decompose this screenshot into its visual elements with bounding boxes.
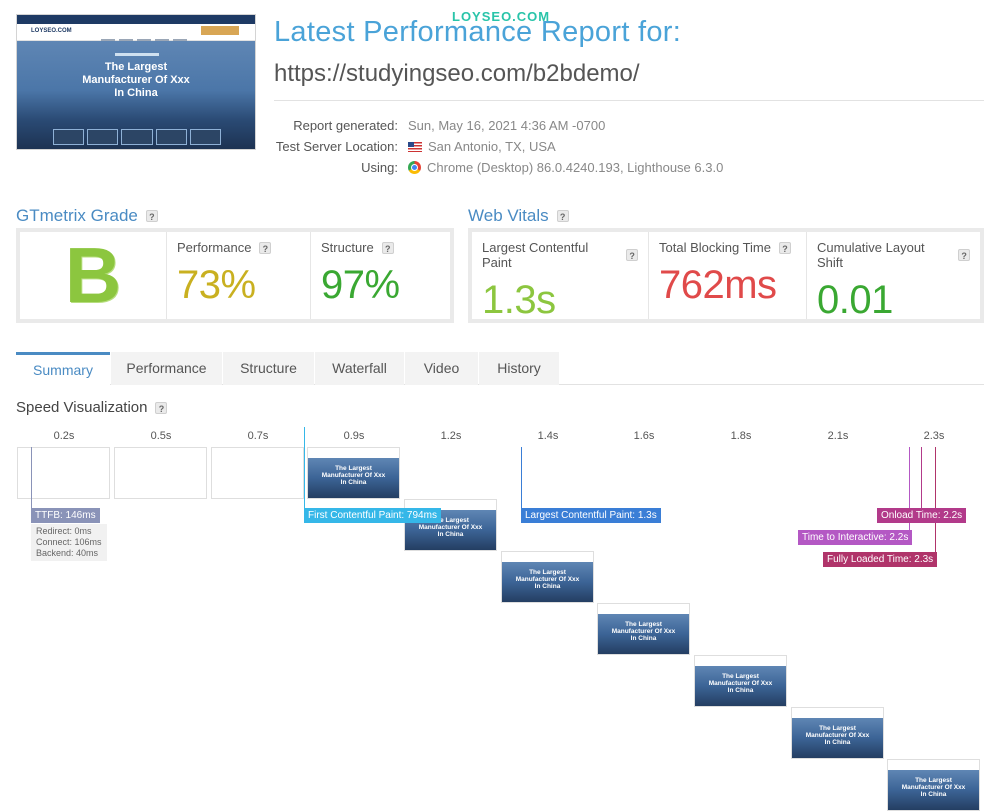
us-flag-icon	[408, 141, 422, 152]
generated-value: Sun, May 16, 2021 4:36 AM -0700	[408, 118, 606, 133]
lcp-line	[521, 447, 522, 510]
web-vitals-panel: Largest Contentful Paint? 1.3s Total Blo…	[468, 228, 984, 323]
structure-value: 97%	[321, 263, 400, 307]
ttfb-marker: TTFB: 146ms	[31, 508, 100, 523]
cls-label: Cumulative Layout Shift	[817, 240, 925, 270]
thumbnail-topbar	[17, 15, 255, 24]
gtmetrix-grade-panel: B Performance? 73% Structure? 97%	[16, 228, 454, 323]
time-label: 2.1s	[827, 430, 849, 442]
tab-summary[interactable]: Summary	[16, 352, 110, 385]
ttfb-line	[31, 447, 32, 509]
filmstrip-frame[interactable]: The Largest Manufacturer Of Xxx In China	[404, 499, 497, 551]
filmstrip-frame[interactable]	[114, 447, 207, 499]
tab-performance[interactable]: Performance	[111, 352, 222, 385]
thumbnail-logo: LOYSEO.COM	[31, 28, 72, 34]
thumbnail-hero-subline	[115, 53, 159, 56]
ttfb-breakdown: Redirect: 0ms Connect: 106ms Backend: 40…	[31, 524, 107, 561]
time-label: 0.7s	[247, 430, 269, 442]
site-thumbnail: LOYSEO.COM The Largest Manufacturer Of X…	[16, 14, 256, 150]
onload-marker: Onload Time: 2.2s	[877, 508, 967, 523]
help-icon[interactable]: ?	[381, 241, 394, 254]
performance-cell: Performance? 73%	[166, 232, 310, 319]
tab-waterfall[interactable]: Waterfall	[315, 352, 404, 385]
help-icon[interactable]: ?	[556, 210, 569, 222]
structure-cell: Structure? 97%	[310, 232, 450, 319]
location-label: Test Server Location:	[275, 139, 398, 154]
help-icon[interactable]: ?	[259, 241, 272, 254]
time-label: 0.5s	[150, 430, 172, 442]
tab-structure[interactable]: Structure	[223, 352, 314, 385]
grade-cell: B	[20, 231, 166, 319]
title-divider	[274, 100, 984, 101]
help-icon[interactable]: ?	[145, 210, 158, 222]
thumbnail-headline: The Largest Manufacturer Of Xxx In China	[82, 61, 190, 99]
fully-loaded-marker: Fully Loaded Time: 2.3s	[823, 552, 938, 567]
fcp-marker: First Contentful Paint: 794ms	[304, 508, 441, 523]
speed-visualization-heading: Speed Visualization ?	[16, 399, 168, 416]
report-url[interactable]: https://studyingseo.com/b2bdemo/	[274, 60, 640, 88]
time-label: 2.3s	[923, 430, 945, 442]
time-label: 1.4s	[537, 430, 559, 442]
using-value: Chrome (Desktop) 86.0.4240.193, Lighthou…	[408, 160, 723, 175]
performance-value: 73%	[177, 263, 256, 307]
fully-loaded-line	[935, 447, 936, 553]
filmstrip-frame[interactable]: The Largest Manufacturer Of Xxx In China	[887, 759, 980, 811]
help-icon[interactable]: ?	[155, 401, 168, 414]
help-icon[interactable]: ?	[779, 241, 791, 254]
cls-cell: Cumulative Layout Shift? 0.01	[806, 232, 980, 322]
watermark: LOYSEO.COM	[452, 9, 551, 24]
tab-history[interactable]: History	[479, 352, 559, 385]
gtmetrix-grade-heading: GTmetrix Grade ?	[16, 206, 158, 226]
lcp-value: 1.3s	[482, 278, 556, 322]
time-label: 0.2s	[53, 430, 75, 442]
cls-value: 0.01	[817, 278, 893, 322]
grade-letter: B	[64, 231, 122, 319]
help-icon[interactable]: ?	[626, 249, 638, 261]
filmstrip-frame[interactable]	[211, 447, 304, 499]
fcp-line	[304, 427, 305, 510]
tti-marker: Time to Interactive: 2.2s	[798, 530, 913, 545]
lcp-label: Largest Contentful Paint	[482, 240, 589, 270]
tbt-value: 762ms	[659, 263, 777, 307]
lcp-cell: Largest Contentful Paint? 1.3s	[472, 232, 648, 322]
tbt-cell: Total Blocking Time? 762ms	[648, 232, 806, 319]
location-value: San Antonio, TX, USA	[408, 139, 556, 154]
onload-line	[921, 447, 922, 509]
time-label: 1.6s	[633, 430, 655, 442]
time-label: 1.2s	[440, 430, 462, 442]
tab-video[interactable]: Video	[405, 352, 478, 385]
chrome-icon	[408, 161, 421, 174]
time-label: 1.8s	[730, 430, 752, 442]
filmstrip-frame[interactable]: The Largest Manufacturer Of Xxx In China	[597, 603, 690, 655]
filmstrip-frame[interactable]: The Largest Manufacturer Of Xxx In China	[501, 551, 594, 603]
performance-label: Performance	[177, 240, 252, 255]
using-label: Using:	[361, 160, 398, 175]
filmstrip-frame[interactable]: The Largest Manufacturer Of Xxx In China	[791, 707, 884, 759]
report-tabs: Summary Performance Structure Waterfall …	[16, 352, 984, 385]
web-vitals-heading: Web Vitals ?	[468, 206, 569, 226]
structure-label: Structure	[321, 240, 374, 255]
lcp-marker: Largest Contentful Paint: 1.3s	[521, 508, 661, 523]
tbt-label: Total Blocking Time	[659, 240, 771, 255]
thumbnail-product-strip	[53, 129, 222, 145]
help-icon[interactable]: ?	[958, 249, 970, 261]
thumbnail-quote-button	[201, 26, 239, 35]
time-label: 0.9s	[343, 430, 365, 442]
generated-label: Report generated:	[293, 118, 398, 133]
filmstrip-frame[interactable]: The Largest Manufacturer Of Xxx In China	[694, 655, 787, 707]
filmstrip-frame[interactable]: The Largest Manufacturer Of Xxx In China	[307, 447, 400, 499]
